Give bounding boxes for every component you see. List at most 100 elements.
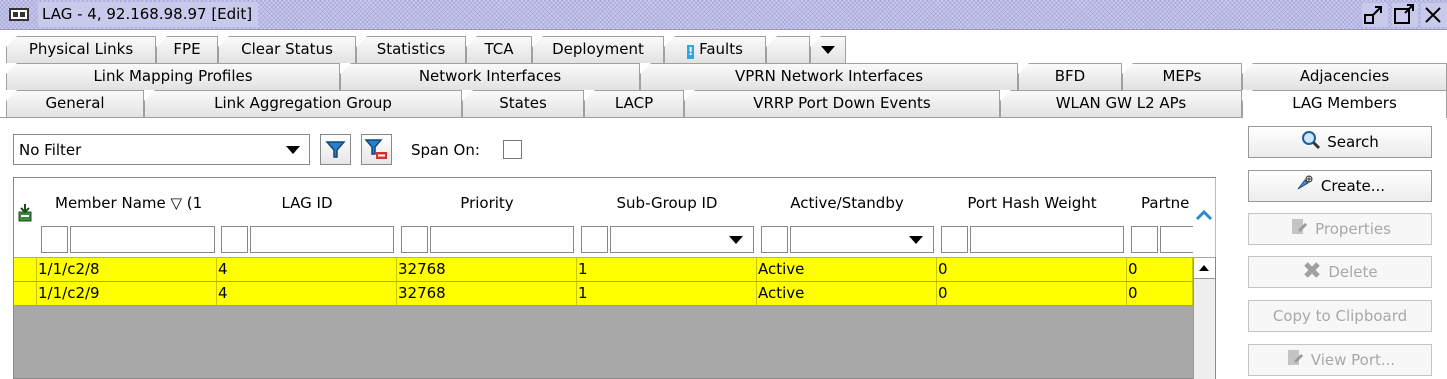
column-header-partner[interactable]: Partne [1127,178,1194,257]
close-icon[interactable] [1421,3,1447,27]
tab-statistics[interactable]: Statistics [356,36,466,63]
window-icon[interactable] [9,8,29,21]
delete-icon [1304,262,1321,278]
tab-link-aggregation-group[interactable]: Link Aggregation Group [144,90,462,117]
clear-filter-button[interactable] [361,134,392,165]
column-label: Member Name ▽ (1 [55,194,203,212]
column-header-member-name[interactable]: Member Name ▽ (1 [37,178,218,257]
span-on-label: Span On: [411,141,480,159]
filter-value-input[interactable] [70,226,215,253]
filter-operator-box[interactable] [581,226,608,253]
properties-button[interactable]: Properties [1248,213,1432,245]
tab-physical-links[interactable]: Physical Links [6,36,156,63]
filter-operator-box[interactable] [761,226,788,253]
cell-active-standby: Active [757,258,937,281]
column-label: Sub-Group ID [616,194,718,212]
column-label: Port Hash Weight [967,194,1097,212]
tab-divider [0,117,1242,118]
scroll-up-header[interactable] [1193,178,1216,257]
scroll-up-button[interactable] [1194,258,1215,279]
tab-clear-status[interactable]: Clear Status [218,36,356,63]
cell-member-name: 1/1/c2/9 [37,282,217,305]
tab-lag-members[interactable]: LAG Members [1242,90,1447,118]
window-title-bar[interactable]: LAG - 4, 92.168.98.97 [Edit] [0,0,1447,30]
cell-priority: 32768 [397,258,577,281]
copy-to-clipboard-label: Copy to Clipboard [1272,307,1408,325]
members-table[interactable]: Member Name ▽ (1 LAG ID Priority Sub-Gro… [13,177,1216,379]
filter-button[interactable] [320,134,351,165]
window-title: LAG - 4, 92.168.98.97 [Edit] [38,2,259,27]
create-button[interactable]: Create... [1248,170,1432,202]
cell-priority: 32768 [397,282,577,305]
column-label: LAG ID [281,194,333,212]
cell-partner: 0 [1127,258,1193,281]
tab-general[interactable]: General [6,90,144,117]
column-header-lag-id[interactable]: LAG ID [217,178,398,257]
column-header-sub-group-id[interactable]: Sub-Group ID [577,178,758,257]
span-on-checkbox[interactable] [503,140,522,159]
filter-value-select[interactable] [610,226,754,253]
column-header-active-standby[interactable]: Active/Standby [757,178,938,257]
properties-icon [1292,219,1308,234]
copy-to-clipboard-button[interactable]: Copy to Clipboard [1248,300,1432,332]
search-icon [1302,131,1321,150]
tab-network-interfaces[interactable]: Network Interfaces [340,63,640,90]
filter-operator-box[interactable] [41,226,68,253]
delete-label: Delete [1328,263,1378,281]
tab-list-dropdown[interactable] [810,36,846,63]
clear-filter-icon [364,139,387,159]
filter-value-input[interactable] [1160,226,1193,253]
create-icon [1297,175,1313,190]
dropdown-arrow-icon [821,46,835,54]
create-label: Create... [1320,177,1386,195]
cell-active-standby: Active [757,282,937,305]
tab-wlan-gw-l2-aps[interactable]: WLAN GW L2 APs [1000,90,1242,117]
tab-vrrp-port-down-events[interactable]: VRRP Port Down Events [684,90,1000,117]
filter-value-select[interactable] [790,226,934,253]
view-port-icon [1287,350,1303,365]
arrow-up-icon [1199,265,1209,271]
tab-adjacencies[interactable]: Adjacencies [1242,63,1447,90]
search-button[interactable]: Search [1248,126,1432,158]
view-port-button[interactable]: View Port... [1248,344,1432,376]
tab-fpe[interactable]: FPE [156,36,218,63]
export-icon [18,204,32,222]
table-row[interactable]: 1/1/c2/8 4 32768 1 Active 0 0 [14,258,1193,282]
cell-sub-group-id: 1 [577,258,757,281]
cell-partner: 0 [1127,282,1193,305]
view-port-label: View Port... [1310,351,1396,369]
filter-select[interactable]: No Filter [13,134,310,165]
filter-operator-box[interactable] [401,226,428,253]
filter-operator-box[interactable] [941,226,968,253]
filter-value-input[interactable] [250,226,394,253]
tab-states[interactable]: States [462,90,584,117]
maximize-icon[interactable] [1392,3,1418,27]
delete-button[interactable]: Delete [1248,256,1432,288]
filter-operator-box[interactable] [1131,226,1158,253]
tab-faults-label: Faults [699,40,743,58]
column-header-port-hash-weight[interactable]: Port Hash Weight [937,178,1128,257]
tab-more[interactable] [766,36,810,63]
column-header-priority[interactable]: Priority [397,178,578,257]
table-row[interactable]: 1/1/c2/9 4 32768 1 Active 0 0 [14,282,1193,306]
tab-vprn-network-interfaces[interactable]: VPRN Network Interfaces [640,63,1018,90]
chevron-down-icon [909,236,923,244]
restore-icon[interactable] [1362,3,1388,27]
tab-tca[interactable]: TCA [466,36,532,63]
filter-value-input[interactable] [970,226,1124,253]
tab-link-mapping-profiles[interactable]: Link Mapping Profiles [6,63,340,90]
tab-bfd[interactable]: BFD [1018,63,1122,90]
tab-meps[interactable]: MEPs [1122,63,1242,90]
cell-port-hash-weight: 0 [937,282,1127,305]
tab-faults[interactable]: ! Faults [664,36,766,63]
search-label: Search [1327,133,1379,151]
chevron-down-icon [286,146,300,154]
filter-value-input[interactable] [430,226,574,253]
row-marker [14,282,37,305]
tab-deployment[interactable]: Deployment [532,36,664,63]
tab-lacp[interactable]: LACP [584,90,684,117]
filter-operator-box[interactable] [221,226,248,253]
vertical-scrollbar[interactable] [1193,258,1215,379]
export-header-cell[interactable] [14,178,38,257]
cell-sub-group-id: 1 [577,282,757,305]
